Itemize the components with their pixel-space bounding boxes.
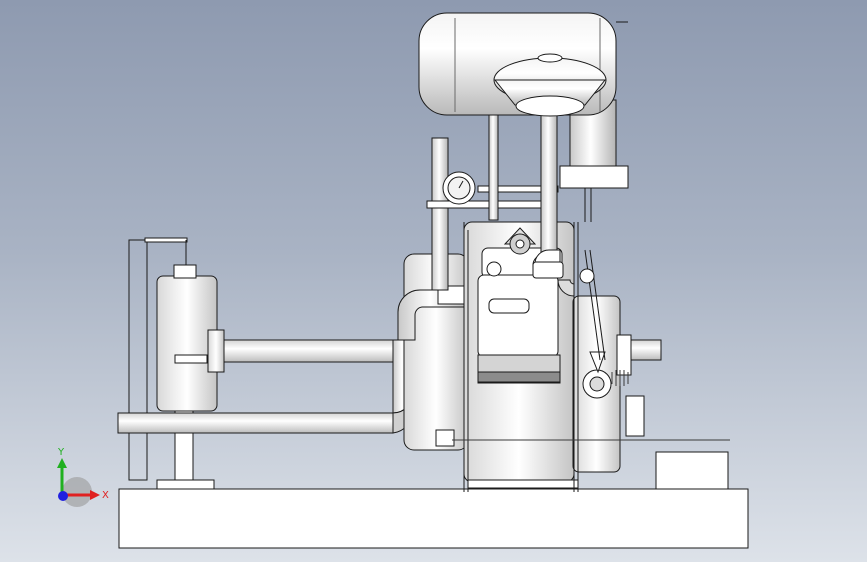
mount-frame xyxy=(128,239,148,481)
cad-viewport[interactable]: Y X xyxy=(0,0,867,562)
control-box xyxy=(655,451,729,490)
coordinate-triad: Y X xyxy=(57,447,109,507)
vertical-pipe xyxy=(431,137,449,291)
x-axis-label: X xyxy=(102,490,109,501)
base-plate xyxy=(118,488,749,549)
cylinder-head xyxy=(477,274,559,358)
exhaust-pipe xyxy=(117,412,394,434)
z-axis-dot xyxy=(58,491,68,501)
engine-model xyxy=(117,12,749,549)
y-axis-label: Y xyxy=(57,447,65,458)
